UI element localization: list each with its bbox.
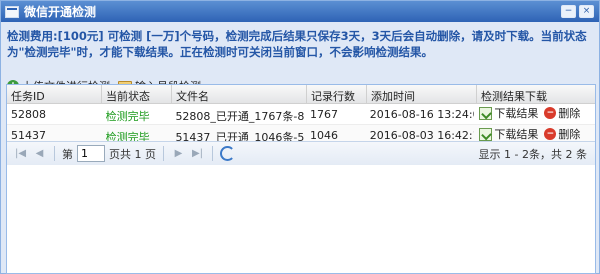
delete-button[interactable]: − 删除 [544, 105, 580, 121]
grid-body: 52808 检测完毕 52808_已开通_1767条-88... 1767 20… [7, 104, 595, 146]
header-task-id[interactable]: 任务ID [7, 85, 102, 103]
header-added-time[interactable]: 添加时间 [367, 85, 477, 103]
close-button[interactable]: × [579, 5, 594, 18]
refresh-icon[interactable] [220, 146, 235, 161]
next-page-icon[interactable]: ▶ [171, 146, 186, 161]
download-icon [479, 106, 493, 120]
first-page-icon[interactable]: |◀ [13, 146, 28, 161]
window-icon [5, 5, 19, 18]
download-result-button[interactable]: 下载结果 [479, 105, 538, 121]
header-filename[interactable]: 文件名 [172, 85, 307, 103]
pagination-bar: |◀ ◀ 第 页共 1 页 ▶ ▶| 显示 1 - 2条，共 2 条 [7, 141, 595, 165]
delete-label: 删除 [558, 128, 581, 141]
header-status[interactable]: 当前状态 [102, 85, 172, 103]
download-result-label: 下载结果 [494, 128, 539, 141]
header-record-count[interactable]: 记录行数 [307, 85, 367, 103]
pager-info: 显示 1 - 2条，共 2 条 [478, 147, 587, 161]
download-result-label: 下载结果 [494, 107, 539, 120]
task-id: 52808 [11, 108, 46, 121]
task-filename: 52808_已开通_1767条-88... [175, 110, 305, 123]
pager-divider [212, 146, 213, 161]
pager-divider [163, 146, 164, 161]
minimize-button[interactable]: − [561, 5, 576, 18]
delete-icon: − [544, 128, 557, 140]
task-grid: 任务ID 当前状态 文件名 记录行数 添加时间 检测结果下载 52808 检测完… [6, 84, 596, 274]
delete-label: 删除 [558, 107, 581, 120]
pager-divider [54, 146, 55, 161]
page-suffix: 页共 1 页 [109, 147, 156, 161]
task-added-time: 2016-08-16 13:24:02 [369, 108, 476, 121]
task-status: 检测完毕 [105, 110, 150, 123]
grid-header: 任务ID 当前状态 文件名 记录行数 添加时间 检测结果下载 [7, 85, 595, 104]
table-row[interactable]: 52808 检测完毕 52808_已开通_1767条-88... 1767 20… [7, 104, 595, 125]
last-page-icon[interactable]: ▶| [190, 146, 205, 161]
task-record-count: 1767 [309, 108, 338, 121]
page-prefix: 第 [62, 147, 73, 161]
title-bar[interactable]: 微信开通检测 − × [1, 1, 599, 22]
header-download[interactable]: 检测结果下载 [477, 85, 595, 103]
download-result-button[interactable]: 下载结果 [479, 126, 538, 142]
download-icon [479, 127, 493, 141]
page-number-input[interactable] [77, 145, 105, 162]
prev-page-icon[interactable]: ◀ [32, 146, 47, 161]
window-title: 微信开通检测 [24, 5, 97, 19]
dialog-window: 微信开通检测 − × 检测费用:[100元] 可检测 [一万]个号码，检测完成后… [0, 0, 600, 274]
task-actions: 下载结果 − 删除 [475, 104, 595, 124]
delete-icon: − [544, 107, 557, 119]
delete-button[interactable]: − 删除 [544, 126, 580, 142]
fee-notice: 检测费用:[100元] 可检测 [一万]个号码，检测完成后结果只保存3天，3天后… [1, 22, 599, 76]
